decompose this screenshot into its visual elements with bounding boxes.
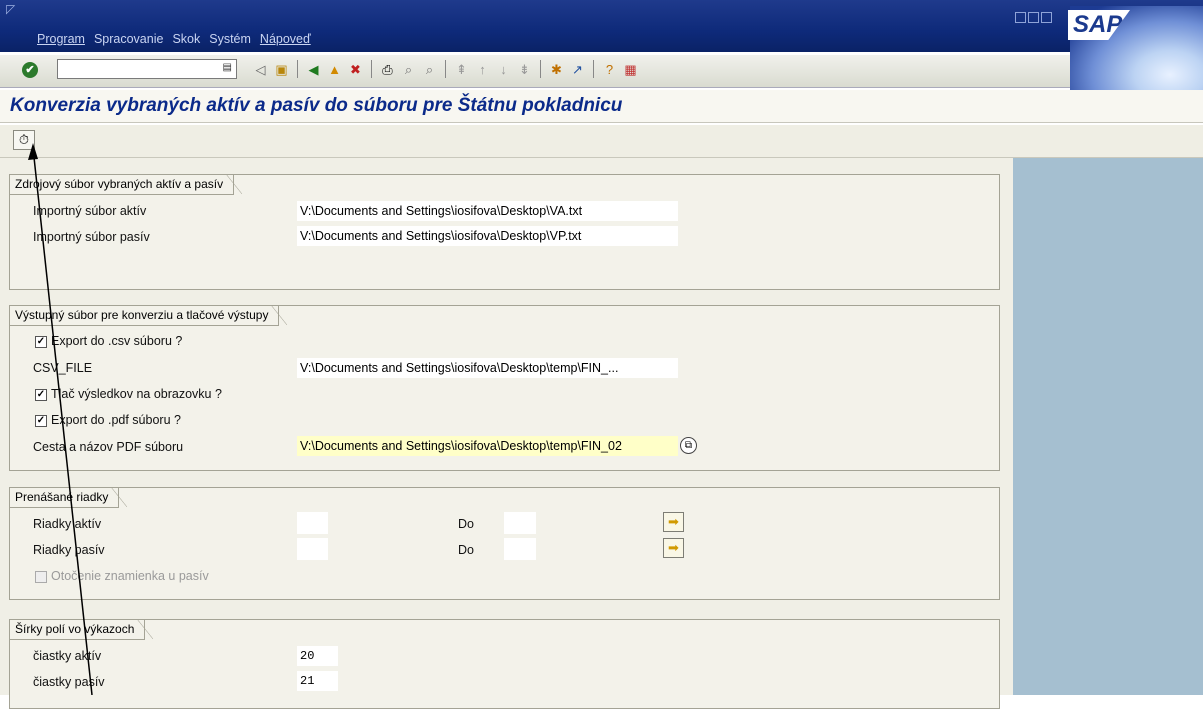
- collapse-icon[interactable]: ◁: [252, 61, 269, 78]
- liability-rows-to-input[interactable]: [504, 538, 536, 560]
- enter-icon[interactable]: ✔: [22, 62, 38, 78]
- prev-page-icon[interactable]: ↑: [474, 61, 491, 78]
- command-field[interactable]: ▤: [57, 59, 237, 79]
- csv-export-checkbox[interactable]: ✓: [35, 336, 47, 348]
- print-screen-checkbox[interactable]: ✓: [35, 389, 47, 401]
- pdf-export-checkbox[interactable]: ✓: [35, 415, 47, 427]
- layout-icon[interactable]: ▦: [622, 61, 639, 78]
- next-page-icon[interactable]: ↓: [495, 61, 512, 78]
- group-field-widths: Šírky polí vo výkazoch čiastky aktív 20 …: [9, 619, 1000, 709]
- back-icon[interactable]: ◀: [305, 61, 322, 78]
- toolbar-separator: [297, 60, 298, 78]
- toolbar-separator: [540, 60, 541, 78]
- csv-file-label: CSV_FILE: [33, 361, 93, 375]
- group-source-files: Zdrojový súbor vybraných aktív a pasív I…: [9, 174, 1000, 290]
- sign-reversal-checkbox[interactable]: [35, 571, 47, 583]
- menu-napoveda[interactable]: Nápoveď: [260, 32, 311, 46]
- command-history-icon[interactable]: ▤: [223, 62, 232, 73]
- assets-file-input[interactable]: V:\Documents and Settings\iosifova\Deskt…: [297, 201, 678, 221]
- find-icon[interactable]: ⌕: [400, 61, 417, 78]
- pdf-path-label: Cesta a názov PDF súboru: [33, 440, 184, 454]
- group-output: Výstupný súbor pre konverziu a tlačové v…: [9, 305, 1000, 471]
- liabilities-file-input[interactable]: V:\Documents and Settings\iosifova\Deskt…: [297, 226, 678, 246]
- create-session-icon[interactable]: ✱: [548, 61, 565, 78]
- maximize-icon[interactable]: [1028, 12, 1039, 23]
- amount-liabilities-label: čiastky pasív: [33, 675, 105, 689]
- execute-icon: ⏱: [18, 132, 30, 147]
- asset-rows-label: Riadky aktív: [33, 517, 102, 531]
- pdf-export-label: Export do .pdf súboru ?: [51, 413, 181, 427]
- print-icon[interactable]: ⎙: [379, 61, 396, 78]
- minimize-icon[interactable]: [1015, 12, 1026, 23]
- group-title: Výstupný súbor pre konverziu a tlačové v…: [10, 305, 288, 326]
- help-icon[interactable]: ?: [601, 61, 618, 78]
- menu-skok[interactable]: Skok: [172, 32, 200, 46]
- shortcut-icon[interactable]: ↗: [569, 61, 586, 78]
- toolbar-separator: [371, 60, 372, 78]
- toolbar-separator: [445, 60, 446, 78]
- toolbar-separator: [593, 60, 594, 78]
- page-title: Konverzia vybraných aktív a pasív do súb…: [10, 95, 623, 116]
- cancel-icon[interactable]: ✖: [347, 61, 364, 78]
- pdf-path-input[interactable]: V:\Documents and Settings\iosifova\Deskt…: [297, 436, 678, 456]
- amount-assets-label: čiastky aktív: [33, 649, 102, 663]
- group-rows: Prenášané riadky Riadky aktív Do ➡ Riadk…: [9, 487, 1000, 600]
- find-next-icon[interactable]: ⌕: [421, 61, 438, 78]
- asset-rows-to-label: Do: [458, 517, 474, 531]
- menu-spracovanie[interactable]: Spracovanie: [94, 32, 164, 46]
- application-toolbar: [0, 125, 1203, 158]
- last-page-icon[interactable]: ⇟: [516, 61, 533, 78]
- csv-export-label: Export do .csv súboru ?: [51, 334, 183, 348]
- menu-system[interactable]: Systém: [209, 32, 251, 46]
- toolbar-icons: ◁ ▣ ◀ ▲ ✖ ⎙ ⌕ ⌕ ⇞ ↑ ↓ ⇟ ✱ ↗ ? ▦: [252, 60, 639, 78]
- multiple-selection-button[interactable]: ➡: [663, 538, 684, 558]
- save-icon[interactable]: ▣: [273, 61, 290, 78]
- window-buttons: [1015, 12, 1052, 23]
- value-help-icon[interactable]: ⧉: [680, 437, 697, 454]
- system-menu-icon[interactable]: ◸: [6, 2, 15, 16]
- group-title: Prenášané riadky: [10, 487, 128, 508]
- close-icon[interactable]: [1041, 12, 1052, 23]
- liabilities-file-label: Importný súbor pasív: [33, 230, 150, 244]
- first-page-icon[interactable]: ⇞: [453, 61, 470, 78]
- group-title: Šírky polí vo výkazoch: [10, 619, 154, 640]
- print-screen-label: Tlač výsledkov na obrazovku ?: [51, 387, 222, 401]
- menu-bar: Program Spracovanie Skok Systém Nápoveď: [37, 32, 320, 46]
- sign-reversal-label: Otočenie znamienka u pasív: [51, 569, 209, 583]
- liability-rows-to-label: Do: [458, 543, 474, 557]
- csv-file-input[interactable]: V:\Documents and Settings\iosifova\Deskt…: [297, 358, 678, 378]
- amount-liabilities-input[interactable]: 21: [297, 671, 338, 691]
- group-title: Zdrojový súbor vybraných aktív a pasív: [10, 174, 243, 195]
- multiple-selection-button[interactable]: ➡: [663, 512, 684, 532]
- asset-rows-to-input[interactable]: [504, 512, 536, 534]
- liability-rows-label: Riadky pasív: [33, 543, 105, 557]
- assets-file-label: Importný súbor aktív: [33, 204, 147, 218]
- right-panel: [1013, 158, 1203, 695]
- liability-rows-from-input[interactable]: [297, 538, 328, 560]
- exit-icon[interactable]: ▲: [326, 61, 343, 78]
- amount-assets-input[interactable]: 20: [297, 646, 338, 666]
- execute-button[interactable]: ⏱: [13, 130, 35, 150]
- asset-rows-from-input[interactable]: [297, 512, 328, 534]
- menu-program[interactable]: Program: [37, 32, 85, 46]
